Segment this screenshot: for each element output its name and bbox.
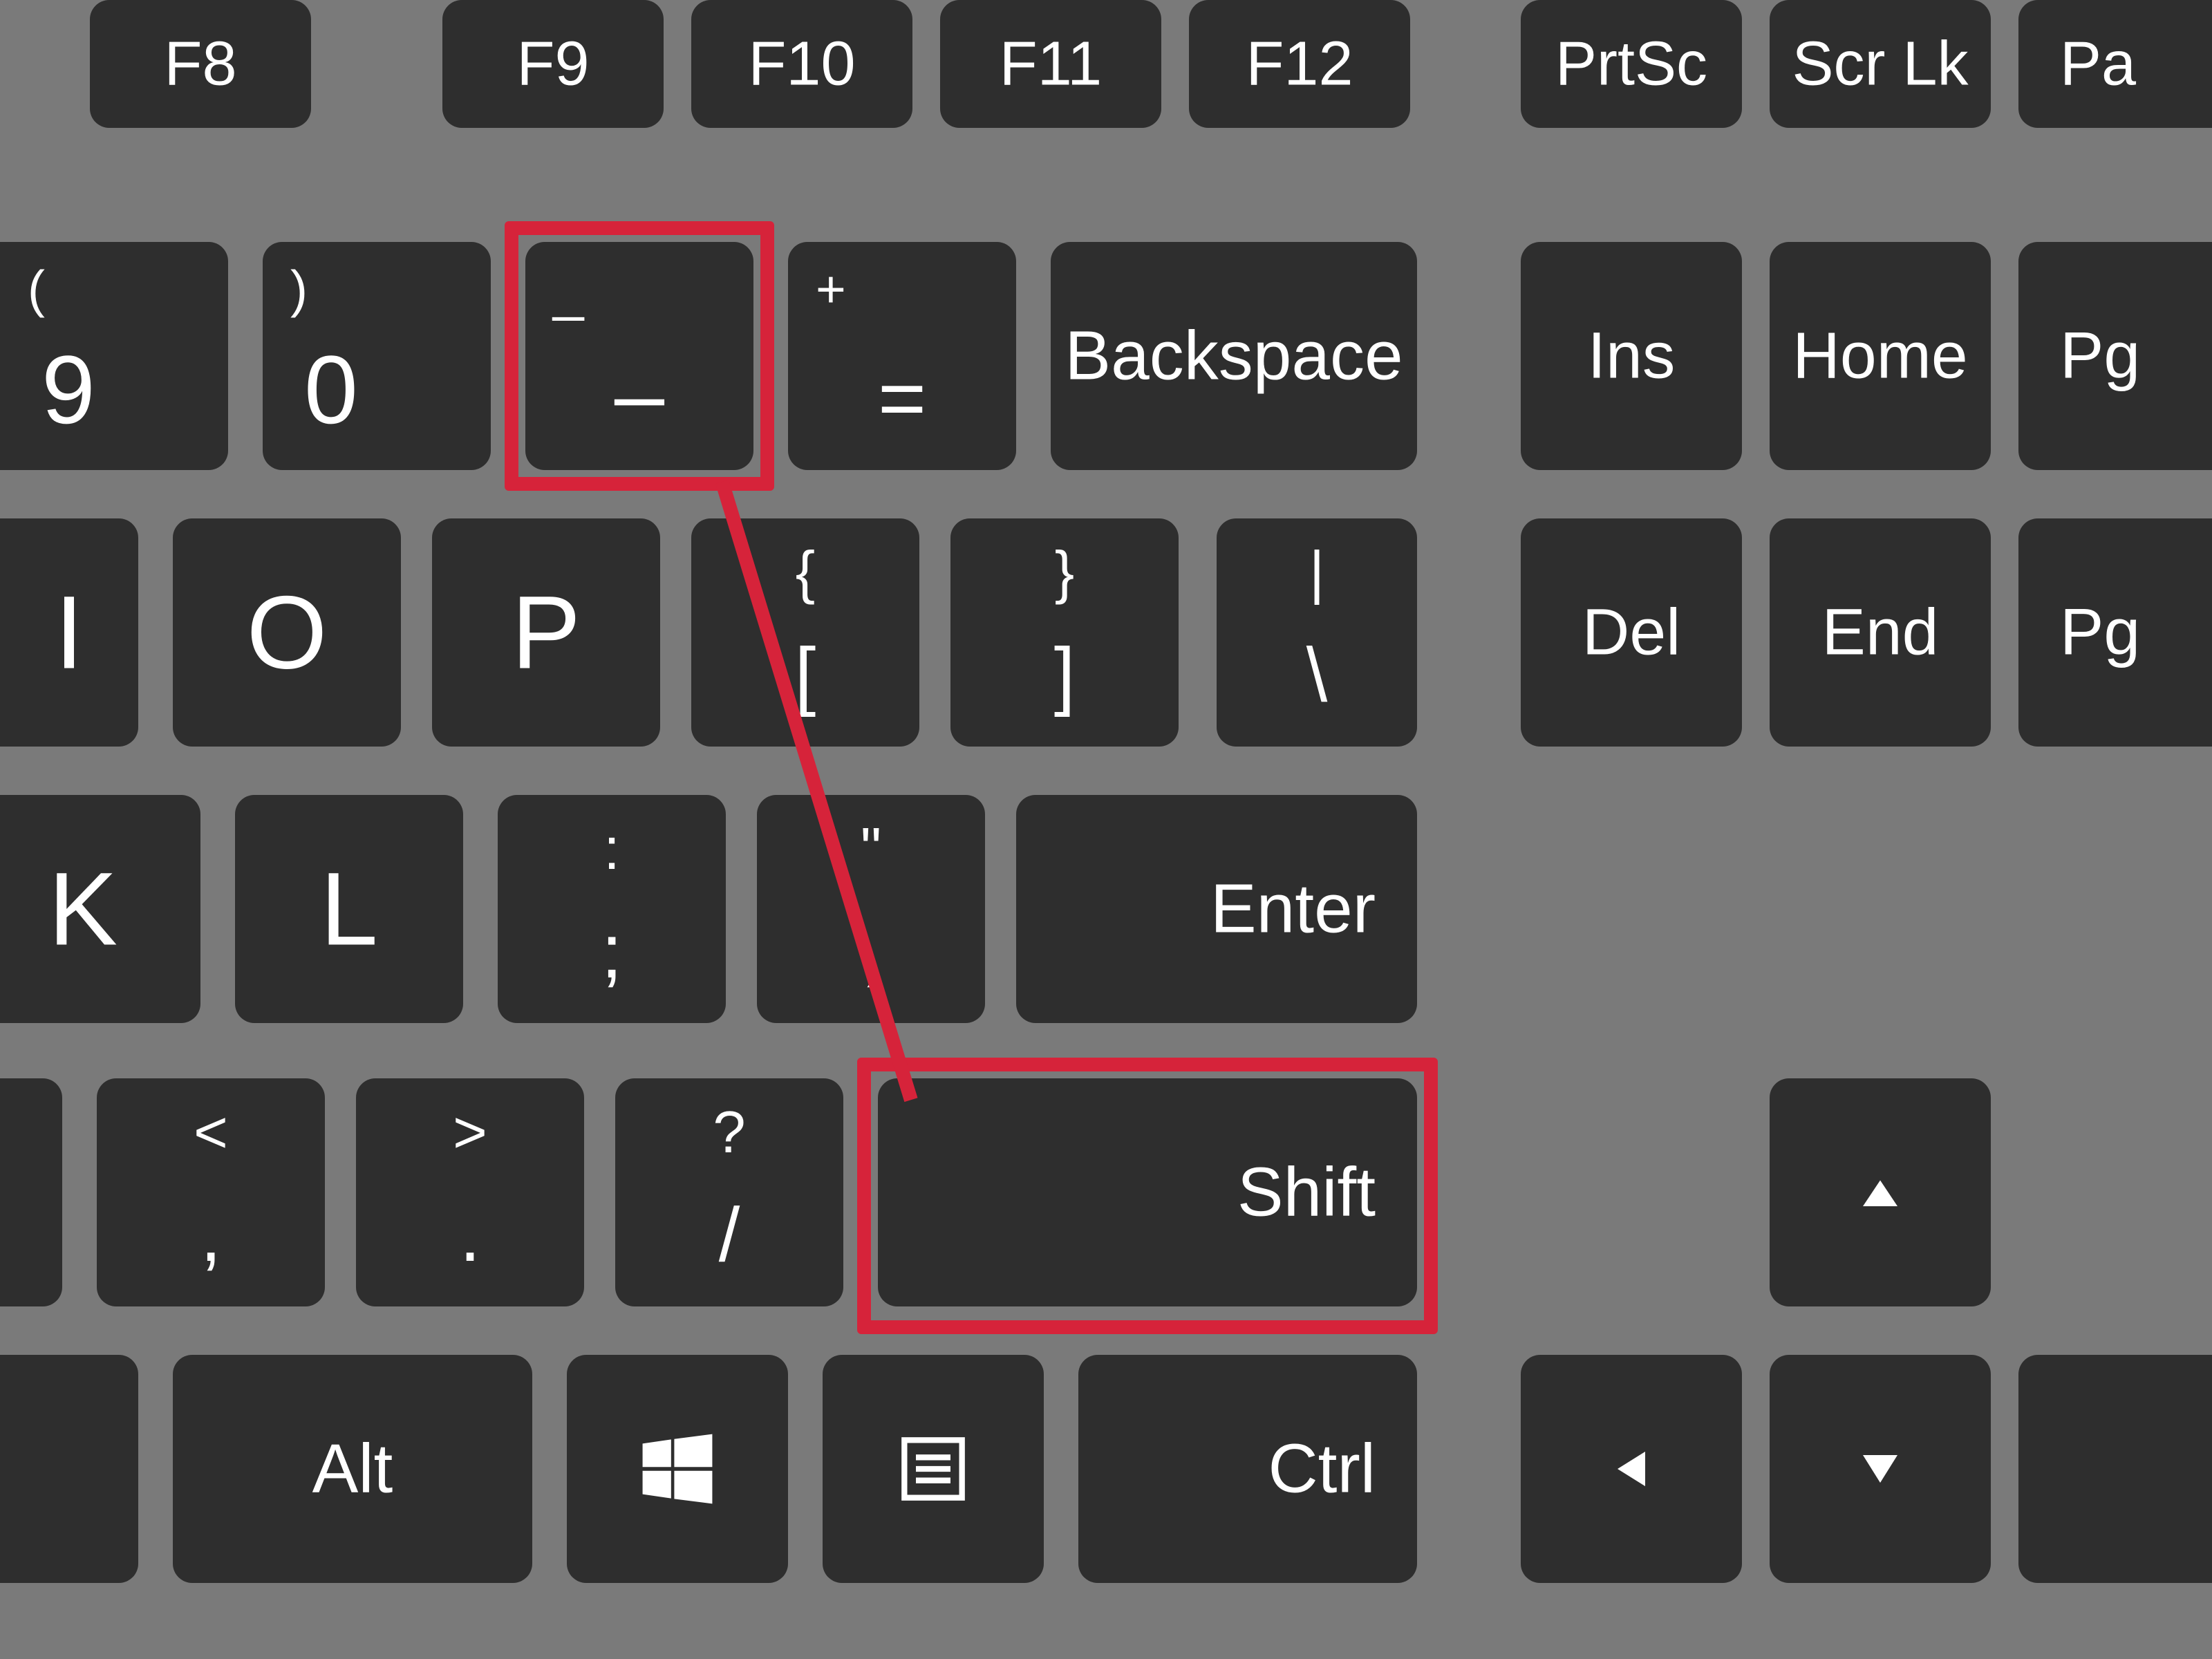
- key-label: O: [173, 573, 401, 693]
- key-0[interactable]: ) 0: [263, 242, 491, 470]
- key-label: L: [235, 850, 463, 969]
- key-f12[interactable]: F12: [1189, 0, 1410, 128]
- key-label: Shift: [878, 1153, 1376, 1232]
- key-scrlk[interactable]: Scr Lk: [1770, 0, 1991, 128]
- key-label: F9: [442, 28, 664, 100]
- key-shift-label: (: [28, 259, 45, 319]
- key-label: F11: [940, 28, 1161, 100]
- key-comma[interactable]: < ,: [97, 1078, 325, 1306]
- key-k[interactable]: K: [0, 795, 200, 1023]
- key-arrow-up[interactable]: [1770, 1078, 1991, 1306]
- key-windows[interactable]: [567, 1355, 788, 1583]
- key-home[interactable]: Home: [1770, 242, 1991, 470]
- key-f10[interactable]: F10: [691, 0, 912, 128]
- key-pause-partial[interactable]: Pa: [2018, 0, 2212, 128]
- key-label: –: [525, 342, 753, 446]
- key-shift-right[interactable]: Shift: [878, 1078, 1417, 1306]
- key-label: [: [691, 631, 919, 719]
- key-f8[interactable]: F8: [90, 0, 311, 128]
- key-label: ;: [498, 908, 726, 995]
- arrow-down-icon: [1859, 1448, 1901, 1490]
- key-shift-label: _: [553, 259, 584, 323]
- key-arrow-right-partial[interactable]: [2018, 1355, 2212, 1583]
- key-ctrl-right[interactable]: Ctrl: [1078, 1355, 1417, 1583]
- key-shift-label: }: [950, 539, 1179, 607]
- key-shift-label: +: [816, 259, 846, 319]
- key-label: \: [1217, 631, 1417, 719]
- key-shift-label: <: [97, 1099, 325, 1167]
- key-label: 9: [41, 334, 95, 446]
- key-label: F10: [691, 28, 912, 100]
- key-shift-label: |: [1217, 539, 1417, 607]
- key-label: ,: [97, 1191, 325, 1279]
- key-spacer-left[interactable]: [0, 1355, 138, 1583]
- key-label: Home: [1770, 319, 1991, 394]
- key-shift-label: ?: [615, 1099, 843, 1167]
- key-arrow-left[interactable]: [1521, 1355, 1742, 1583]
- key-shift-label: :: [498, 816, 726, 883]
- key-i[interactable]: I: [0, 518, 138, 747]
- key-enter[interactable]: Enter: [1016, 795, 1417, 1023]
- key-label: P: [432, 573, 660, 693]
- key-p[interactable]: P: [432, 518, 660, 747]
- key-label: F12: [1189, 28, 1410, 100]
- key-backslash[interactable]: | \: [1217, 518, 1417, 747]
- key-period[interactable]: > .: [356, 1078, 584, 1306]
- key-bracket-right[interactable]: } ]: [950, 518, 1179, 747]
- key-bracket-left[interactable]: { [: [691, 518, 919, 747]
- key-f9[interactable]: F9: [442, 0, 664, 128]
- key-del[interactable]: Del: [1521, 518, 1742, 747]
- key-semicolon[interactable]: : ;: [498, 795, 726, 1023]
- key-label: Del: [1521, 595, 1742, 671]
- windows-icon: [639, 1431, 715, 1507]
- key-end[interactable]: End: [1770, 518, 1991, 747]
- key-ins[interactable]: Ins: [1521, 242, 1742, 470]
- key-label: Pg: [2018, 595, 2212, 671]
- key-label: /: [615, 1191, 843, 1279]
- key-l[interactable]: L: [235, 795, 463, 1023]
- key-9[interactable]: ( 9: [0, 242, 228, 470]
- key-label: Scr Lk: [1770, 28, 1991, 100]
- key-label: F8: [90, 28, 311, 100]
- key-label: Pa: [2018, 28, 2212, 100]
- key-pgdn-partial[interactable]: Pg: [2018, 518, 2212, 747]
- key-slash[interactable]: ? /: [615, 1078, 843, 1306]
- key-label: Pg: [2018, 319, 2212, 394]
- key-shift-label: {: [691, 539, 919, 607]
- key-quote[interactable]: " ,: [757, 795, 985, 1023]
- key-label: ]: [950, 631, 1179, 719]
- key-label: ,: [757, 908, 985, 995]
- key-label: Alt: [173, 1430, 532, 1509]
- arrow-up-icon: [1859, 1172, 1901, 1213]
- key-label: End: [1770, 595, 1991, 671]
- key-backspace[interactable]: Backspace: [1051, 242, 1417, 470]
- key-label: PrtSc: [1521, 28, 1742, 100]
- menu-icon: [899, 1434, 968, 1503]
- key-f11[interactable]: F11: [940, 0, 1161, 128]
- key-arrow-down[interactable]: [1770, 1355, 1991, 1583]
- key-alt-right[interactable]: Alt: [173, 1355, 532, 1583]
- key-pgup-partial[interactable]: Pg: [2018, 242, 2212, 470]
- key-label: K: [0, 850, 200, 969]
- key-minus[interactable]: _ –: [525, 242, 753, 470]
- key-label: Enter: [1016, 870, 1376, 949]
- arrow-left-icon: [1611, 1448, 1652, 1490]
- key-menu[interactable]: [823, 1355, 1044, 1583]
- key-label: =: [788, 350, 1016, 446]
- keyboard: F8 F9 F10 F11 F12 PrtSc Scr Lk Pa ( 9 ) …: [0, 0, 2212, 1659]
- key-label: Ctrl: [1078, 1430, 1376, 1509]
- key-label: 0: [304, 334, 358, 446]
- key-equals[interactable]: + =: [788, 242, 1016, 470]
- key-label: Backspace: [1051, 317, 1417, 396]
- key-m-partial[interactable]: [0, 1078, 62, 1306]
- key-shift-label: >: [356, 1099, 584, 1167]
- key-shift-label: ": [757, 816, 985, 883]
- key-shift-label: ): [290, 259, 308, 319]
- key-label: I: [0, 573, 138, 693]
- key-label: .: [356, 1191, 584, 1279]
- key-prtsc[interactable]: PrtSc: [1521, 0, 1742, 128]
- key-label: Ins: [1521, 319, 1742, 394]
- key-o[interactable]: O: [173, 518, 401, 747]
